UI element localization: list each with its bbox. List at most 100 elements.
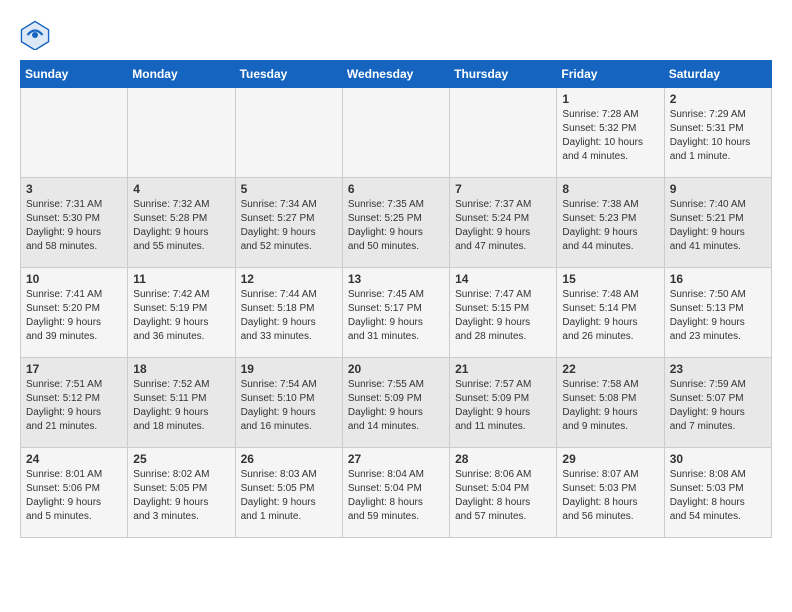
day-number: 17 bbox=[26, 362, 122, 376]
day-info: Sunrise: 8:04 AM Sunset: 5:04 PM Dayligh… bbox=[348, 468, 444, 524]
calendar-cell: 1 Sunrise: 7:28 AM Sunset: 5:32 PM Daylig… bbox=[557, 88, 664, 178]
day-number: 27 bbox=[348, 452, 444, 466]
day-number: 13 bbox=[348, 272, 444, 286]
calendar-cell: 3 Sunrise: 7:31 AM Sunset: 5:30 PM Daylig… bbox=[21, 178, 128, 268]
day-number: 16 bbox=[670, 272, 766, 286]
day-info: Sunrise: 7:57 AM Sunset: 5:09 PM Dayligh… bbox=[455, 378, 551, 434]
day-info: Sunrise: 7:54 AM Sunset: 5:10 PM Dayligh… bbox=[241, 378, 337, 434]
day-info: Sunrise: 7:47 AM Sunset: 5:15 PM Dayligh… bbox=[455, 288, 551, 344]
day-info: Sunrise: 8:01 AM Sunset: 5:06 PM Dayligh… bbox=[26, 468, 122, 524]
day-number: 24 bbox=[26, 452, 122, 466]
day-header-saturday: Saturday bbox=[664, 61, 771, 88]
logo-icon bbox=[20, 20, 50, 50]
day-number: 18 bbox=[133, 362, 229, 376]
day-number: 11 bbox=[133, 272, 229, 286]
calendar-table: SundayMondayTuesdayWednesdayThursdayFrid… bbox=[20, 60, 772, 538]
calendar-cell: 22 Sunrise: 7:58 AM Sunset: 5:08 PM Dayli… bbox=[557, 358, 664, 448]
day-info: Sunrise: 8:08 AM Sunset: 5:03 PM Dayligh… bbox=[670, 468, 766, 524]
calendar-cell: 10Sunrise: 7:41 AM Sunset: 5:20 PM Dayli… bbox=[21, 268, 128, 358]
day-header-friday: Friday bbox=[557, 61, 664, 88]
day-number: 14 bbox=[455, 272, 551, 286]
calendar-cell: 27 Sunrise: 8:04 AM Sunset: 5:04 PM Dayli… bbox=[342, 448, 449, 538]
day-number: 12 bbox=[241, 272, 337, 286]
day-number: 26 bbox=[241, 452, 337, 466]
calendar-cell bbox=[21, 88, 128, 178]
day-number: 28 bbox=[455, 452, 551, 466]
calendar-cell bbox=[128, 88, 235, 178]
day-number: 2 bbox=[670, 92, 766, 106]
logo bbox=[20, 20, 56, 50]
calendar-cell: 23Sunrise: 7:59 AM Sunset: 5:07 PM Dayli… bbox=[664, 358, 771, 448]
calendar-week-row: 1 Sunrise: 7:28 AM Sunset: 5:32 PM Daylig… bbox=[21, 88, 772, 178]
day-number: 22 bbox=[562, 362, 658, 376]
calendar-week-row: 17 Sunrise: 7:51 AM Sunset: 5:12 PM Dayli… bbox=[21, 358, 772, 448]
day-number: 7 bbox=[455, 182, 551, 196]
calendar-cell: 7 Sunrise: 7:37 AM Sunset: 5:24 PM Daylig… bbox=[450, 178, 557, 268]
day-info: Sunrise: 7:28 AM Sunset: 5:32 PM Dayligh… bbox=[562, 108, 658, 164]
calendar-cell: 8 Sunrise: 7:38 AM Sunset: 5:23 PM Daylig… bbox=[557, 178, 664, 268]
day-header-monday: Monday bbox=[128, 61, 235, 88]
calendar-cell: 28Sunrise: 8:06 AM Sunset: 5:04 PM Dayli… bbox=[450, 448, 557, 538]
day-info: Sunrise: 7:42 AM Sunset: 5:19 PM Dayligh… bbox=[133, 288, 229, 344]
calendar-cell: 17 Sunrise: 7:51 AM Sunset: 5:12 PM Dayli… bbox=[21, 358, 128, 448]
calendar-week-row: 10Sunrise: 7:41 AM Sunset: 5:20 PM Dayli… bbox=[21, 268, 772, 358]
calendar-cell: 19 Sunrise: 7:54 AM Sunset: 5:10 PM Dayli… bbox=[235, 358, 342, 448]
calendar-cell bbox=[450, 88, 557, 178]
calendar-cell: 25Sunrise: 8:02 AM Sunset: 5:05 PM Dayli… bbox=[128, 448, 235, 538]
calendar-cell: 30 Sunrise: 8:08 AM Sunset: 5:03 PM Dayli… bbox=[664, 448, 771, 538]
calendar-cell: 29 Sunrise: 8:07 AM Sunset: 5:03 PM Dayli… bbox=[557, 448, 664, 538]
day-info: Sunrise: 7:52 AM Sunset: 5:11 PM Dayligh… bbox=[133, 378, 229, 434]
calendar-cell: 14 Sunrise: 7:47 AM Sunset: 5:15 PM Dayli… bbox=[450, 268, 557, 358]
calendar-cell: 16 Sunrise: 7:50 AM Sunset: 5:13 PM Dayli… bbox=[664, 268, 771, 358]
day-info: Sunrise: 7:37 AM Sunset: 5:24 PM Dayligh… bbox=[455, 198, 551, 254]
day-info: Sunrise: 7:32 AM Sunset: 5:28 PM Dayligh… bbox=[133, 198, 229, 254]
day-info: Sunrise: 7:29 AM Sunset: 5:31 PM Dayligh… bbox=[670, 108, 766, 164]
day-info: Sunrise: 8:02 AM Sunset: 5:05 PM Dayligh… bbox=[133, 468, 229, 524]
calendar-cell: 6 Sunrise: 7:35 AM Sunset: 5:25 PM Daylig… bbox=[342, 178, 449, 268]
calendar-cell: 18 Sunrise: 7:52 AM Sunset: 5:11 PM Dayli… bbox=[128, 358, 235, 448]
day-number: 9 bbox=[670, 182, 766, 196]
day-info: Sunrise: 7:45 AM Sunset: 5:17 PM Dayligh… bbox=[348, 288, 444, 344]
day-info: Sunrise: 7:51 AM Sunset: 5:12 PM Dayligh… bbox=[26, 378, 122, 434]
day-info: Sunrise: 7:38 AM Sunset: 5:23 PM Dayligh… bbox=[562, 198, 658, 254]
day-number: 1 bbox=[562, 92, 658, 106]
day-number: 20 bbox=[348, 362, 444, 376]
calendar-cell: 12 Sunrise: 7:44 AM Sunset: 5:18 PM Dayli… bbox=[235, 268, 342, 358]
day-number: 15 bbox=[562, 272, 658, 286]
day-info: Sunrise: 8:03 AM Sunset: 5:05 PM Dayligh… bbox=[241, 468, 337, 524]
day-info: Sunrise: 7:58 AM Sunset: 5:08 PM Dayligh… bbox=[562, 378, 658, 434]
day-info: Sunrise: 7:31 AM Sunset: 5:30 PM Dayligh… bbox=[26, 198, 122, 254]
day-number: 19 bbox=[241, 362, 337, 376]
calendar-cell: 21 Sunrise: 7:57 AM Sunset: 5:09 PM Dayli… bbox=[450, 358, 557, 448]
day-number: 30 bbox=[670, 452, 766, 466]
day-info: Sunrise: 8:07 AM Sunset: 5:03 PM Dayligh… bbox=[562, 468, 658, 524]
day-number: 10 bbox=[26, 272, 122, 286]
calendar-week-row: 24 Sunrise: 8:01 AM Sunset: 5:06 PM Dayli… bbox=[21, 448, 772, 538]
day-header-tuesday: Tuesday bbox=[235, 61, 342, 88]
calendar-cell: 11 Sunrise: 7:42 AM Sunset: 5:19 PM Dayli… bbox=[128, 268, 235, 358]
day-number: 21 bbox=[455, 362, 551, 376]
calendar-cell: 26 Sunrise: 8:03 AM Sunset: 5:05 PM Dayli… bbox=[235, 448, 342, 538]
day-header-sunday: Sunday bbox=[21, 61, 128, 88]
calendar-cell: 4Sunrise: 7:32 AM Sunset: 5:28 PM Daylig… bbox=[128, 178, 235, 268]
page-header bbox=[20, 20, 772, 50]
day-info: Sunrise: 7:59 AM Sunset: 5:07 PM Dayligh… bbox=[670, 378, 766, 434]
day-info: Sunrise: 7:50 AM Sunset: 5:13 PM Dayligh… bbox=[670, 288, 766, 344]
day-number: 29 bbox=[562, 452, 658, 466]
calendar-cell: 9Sunrise: 7:40 AM Sunset: 5:21 PM Daylig… bbox=[664, 178, 771, 268]
day-info: Sunrise: 7:34 AM Sunset: 5:27 PM Dayligh… bbox=[241, 198, 337, 254]
day-number: 3 bbox=[26, 182, 122, 196]
calendar-cell: 13 Sunrise: 7:45 AM Sunset: 5:17 PM Dayli… bbox=[342, 268, 449, 358]
calendar-cell: 24 Sunrise: 8:01 AM Sunset: 5:06 PM Dayli… bbox=[21, 448, 128, 538]
calendar-cell: 15Sunrise: 7:48 AM Sunset: 5:14 PM Dayli… bbox=[557, 268, 664, 358]
day-number: 5 bbox=[241, 182, 337, 196]
day-info: Sunrise: 7:44 AM Sunset: 5:18 PM Dayligh… bbox=[241, 288, 337, 344]
day-number: 8 bbox=[562, 182, 658, 196]
calendar-cell bbox=[235, 88, 342, 178]
calendar-cell: 2 Sunrise: 7:29 AM Sunset: 5:31 PM Daylig… bbox=[664, 88, 771, 178]
calendar-header-row: SundayMondayTuesdayWednesdayThursdayFrid… bbox=[21, 61, 772, 88]
day-number: 6 bbox=[348, 182, 444, 196]
day-info: Sunrise: 7:55 AM Sunset: 5:09 PM Dayligh… bbox=[348, 378, 444, 434]
calendar-cell: 20 Sunrise: 7:55 AM Sunset: 5:09 PM Dayli… bbox=[342, 358, 449, 448]
day-info: Sunrise: 7:35 AM Sunset: 5:25 PM Dayligh… bbox=[348, 198, 444, 254]
